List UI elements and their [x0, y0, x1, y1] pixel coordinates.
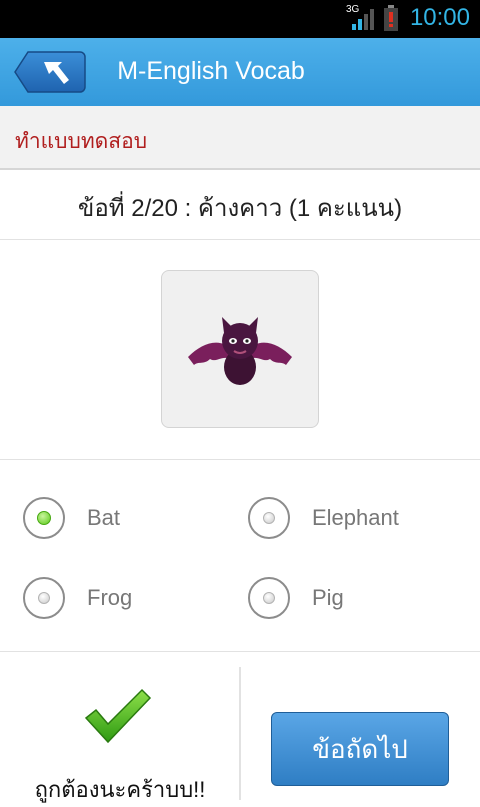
check-mark-icon — [84, 688, 152, 744]
radio-button[interactable] — [23, 577, 65, 619]
section-bar: ทำแบบทดสอบ — [0, 106, 480, 170]
status-bar: 3G 10:00 — [0, 0, 480, 38]
question-text: ข้อที่ 2/20 : ค้างคาว (1 คะแนน) — [77, 195, 403, 222]
radio-button[interactable] — [23, 497, 65, 539]
clock: 10:00 — [409, 4, 470, 31]
radio-dot-icon — [263, 512, 275, 524]
section-title: ทำแบบทดสอบ — [15, 130, 148, 153]
bat-image — [188, 317, 292, 385]
radio-dot-icon — [263, 592, 275, 604]
divider — [0, 459, 480, 460]
option-label: Pig — [312, 585, 344, 610]
result-message: ถูกต้องนะคร้าบบ!! — [34, 777, 206, 802]
app-title: M-English Vocab — [117, 57, 305, 85]
battery-alert-icon — [384, 5, 398, 31]
question-image — [161, 270, 319, 428]
radio-dot-icon — [37, 511, 51, 525]
app-header: M-English Vocab — [0, 38, 480, 106]
radio-button[interactable] — [248, 577, 290, 619]
signal-bars-icon — [352, 9, 374, 30]
option-label: Elephant — [312, 505, 399, 530]
divider — [0, 651, 480, 652]
option-label: Frog — [87, 585, 133, 610]
next-question-button[interactable]: ข้อถัดไป — [271, 712, 449, 786]
option-label: Bat — [87, 505, 121, 530]
divider — [0, 239, 480, 240]
radio-button[interactable] — [248, 497, 290, 539]
radio-dot-icon — [38, 592, 50, 604]
